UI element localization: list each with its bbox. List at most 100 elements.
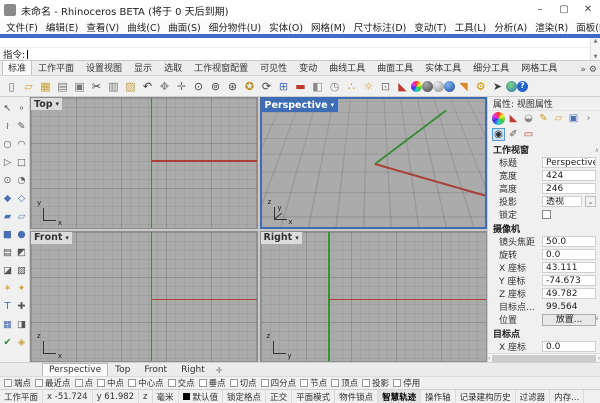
pan-icon[interactable]: ✥	[156, 78, 173, 95]
arc-segment-icon[interactable]: ◔	[15, 171, 29, 189]
toolbar-tab[interactable]: 选取	[158, 59, 188, 75]
history-icon[interactable]: ◷	[326, 78, 343, 95]
gear-icon[interactable]: ⚙	[589, 65, 597, 75]
gears-icon[interactable]: ⚙	[472, 78, 489, 95]
osnap-toggle[interactable]: 切点	[230, 377, 257, 389]
save-icon[interactable]: ▦	[37, 78, 54, 95]
osnap-toggle[interactable]: 投影	[362, 377, 389, 389]
close-icon[interactable]: ✕	[576, 0, 600, 20]
menu-item[interactable]: 曲面(S)	[164, 20, 204, 34]
property-value[interactable]: 49.782	[542, 288, 596, 299]
checkbox[interactable]	[97, 379, 105, 387]
camera-icon[interactable]: ◉	[492, 128, 505, 141]
property-value[interactable]: 50.0	[542, 236, 596, 247]
named-views-icon[interactable]: ▬	[292, 78, 309, 95]
checkbox[interactable]	[362, 379, 370, 387]
checkbox[interactable]	[168, 379, 176, 387]
viewport-tab[interactable]: Perspective	[42, 363, 108, 376]
property-value[interactable]: -74.673	[542, 275, 596, 286]
viewport-tab[interactable]: Right	[174, 363, 212, 376]
toolbar-tab[interactable]: 曲线工具	[323, 59, 371, 75]
toolbar-tab[interactable]: 变动	[293, 59, 323, 75]
checkbox[interactable]	[393, 379, 401, 387]
scroll-left-icon[interactable]: ‹	[488, 355, 490, 362]
property-value[interactable]: 透视	[542, 196, 582, 207]
status-item[interactable]: 操作轴	[421, 390, 456, 403]
menu-item[interactable]: 尺寸标注(D)	[350, 20, 411, 34]
rhino-fin-icon[interactable]: ◣	[394, 78, 411, 95]
toolbar-tab[interactable]: 细分工具	[467, 59, 515, 75]
circle-icon[interactable]: ○	[1, 135, 15, 153]
viewport-perspective[interactable]: Perspective ▾ z y x	[260, 97, 488, 229]
property-value[interactable]: 424	[542, 170, 596, 181]
properties-icon[interactable]: ▣	[71, 78, 88, 95]
rhino-fin-icon[interactable]: ◣	[507, 112, 520, 125]
osnap-toggle[interactable]: 中点	[97, 377, 124, 389]
copy-icon[interactable]: ▥	[105, 78, 122, 95]
chevron-right-icon[interactable]: ›	[582, 112, 595, 125]
command-history[interactable]	[0, 38, 600, 48]
cut-icon[interactable]: ✂	[88, 78, 105, 95]
osnap-toggle[interactable]: 端点	[4, 377, 31, 389]
color-wheel-icon[interactable]	[492, 112, 505, 125]
sketch-icon[interactable]: ✎	[15, 117, 29, 135]
plane-icon[interactable]: ▰	[1, 207, 15, 225]
osnap-toggle[interactable]: 四分点	[261, 377, 297, 389]
fillet-icon[interactable]: ✦	[15, 279, 29, 297]
command-input[interactable]: 指令:	[0, 48, 600, 60]
checkbox[interactable]	[331, 379, 339, 387]
menu-item[interactable]: 曲线(C)	[123, 20, 164, 34]
check-icon[interactable]: ✔	[1, 333, 15, 351]
new-file-icon[interactable]: ▯	[3, 78, 20, 95]
osnap-toggle[interactable]: 停用	[393, 377, 420, 389]
status-item[interactable]: 平面模式	[292, 390, 335, 403]
trim-icon[interactable]: ◨	[15, 315, 29, 333]
checkbox[interactable]	[35, 379, 43, 387]
dimension-icon[interactable]: ▣	[567, 112, 580, 125]
toolbar-tab[interactable]: 设置视图	[80, 59, 128, 75]
sweep-icon[interactable]: ◩	[15, 243, 29, 261]
overflow-chevron-icon[interactable]: »	[580, 65, 586, 75]
menu-item[interactable]: 编辑(E)	[42, 20, 82, 34]
osnap-toggle[interactable]: 点	[75, 377, 94, 389]
menu-item[interactable]: 变动(T)	[410, 20, 450, 34]
property-value[interactable]: 99.564	[542, 301, 596, 312]
display-mode-icon[interactable]: ◧	[309, 78, 326, 95]
menu-item[interactable]: 网格(M)	[307, 20, 350, 34]
status-item[interactable]: 过滤器	[516, 390, 551, 403]
toolbar-tab[interactable]: 工作视窗配置	[188, 59, 254, 75]
viewport-top[interactable]: Top ▾ y x	[30, 97, 258, 229]
scrollbar-thumb[interactable]	[492, 355, 595, 362]
print-icon[interactable]: ▤	[54, 78, 71, 95]
toolbar-tab[interactable]: 曲面工具	[371, 59, 419, 75]
viewport-front[interactable]: Front ▾ z x	[30, 231, 258, 363]
place-button[interactable]: 放置...	[542, 314, 596, 326]
status-item[interactable]: 智慧轨迹	[378, 390, 421, 403]
property-value[interactable]: 43.111	[542, 262, 596, 273]
scroll-up-icon[interactable]: ∧	[595, 147, 599, 154]
toolbar-tab[interactable]: 可见性	[254, 59, 293, 75]
status-item[interactable]: y 61.982	[93, 390, 139, 403]
checkbox[interactable]	[300, 379, 308, 387]
panel-horizontal-scrollbar[interactable]: ‹ ›	[488, 353, 600, 362]
status-item[interactable]: 工作平面	[0, 390, 43, 403]
checkbox[interactable]	[128, 379, 136, 387]
extrude-icon[interactable]: ▤	[1, 243, 15, 261]
select-icon[interactable]: ↖	[1, 99, 15, 117]
status-item[interactable]: 默认值	[179, 390, 224, 403]
status-item[interactable]: 锁定格点	[223, 390, 266, 403]
spray-icon[interactable]: ✐	[507, 128, 520, 141]
menu-item[interactable]: 渲染(R)	[531, 20, 572, 34]
status-item[interactable]: z	[139, 390, 152, 403]
surface-corner-icon[interactable]: ◇	[15, 189, 29, 207]
viewport-title-top[interactable]: Top ▾	[31, 98, 63, 111]
osnap-toggle[interactable]: 交点	[168, 377, 195, 389]
paste-icon[interactable]: ▨	[122, 78, 139, 95]
chevron-down-icon[interactable]: ▾	[295, 234, 299, 242]
new-viewport-icon[interactable]: ✛	[212, 365, 227, 376]
status-item[interactable]: 记录建构历史	[456, 390, 516, 403]
chevron-down-icon[interactable]: ▾	[56, 100, 60, 108]
viewport-title-perspective[interactable]: Perspective ▾	[262, 99, 339, 112]
checkbox[interactable]	[4, 379, 12, 387]
status-item[interactable]: 毫米	[153, 390, 179, 403]
